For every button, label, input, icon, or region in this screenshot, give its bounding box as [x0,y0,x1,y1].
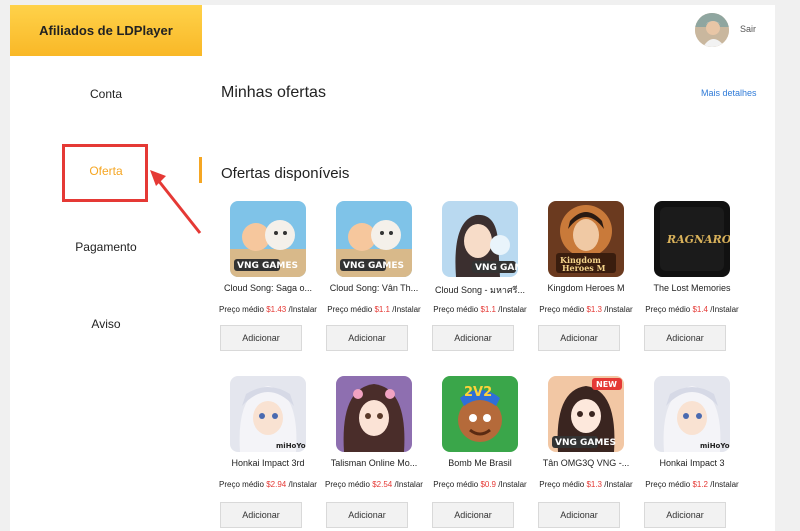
cloud-song-girl-icon[interactable]: VNG GAMES [442,201,518,277]
offer-name: Honkai Impact 3 [659,458,725,468]
honkai-icon[interactable]: miHoYo [230,376,306,452]
omg3q-icon[interactable]: NEW VNG GAMES [548,376,624,452]
cloud-song-icon[interactable]: VNG GAMES [336,201,412,277]
offer-price: Preço médio $1.3 /Instalar [539,480,633,489]
add-offer-button[interactable]: Adicionar [326,502,408,528]
svg-text:VNG GAMES: VNG GAMES [343,261,404,271]
avatar-image [695,13,729,47]
ragnarok-icon[interactable]: RAGNAROK [654,201,730,277]
annotation-highlight-box [62,144,148,202]
svg-text:NEW: NEW [596,380,617,389]
sidebar: Afiliados de LDPlayer Conta Oferta Pagam… [10,5,202,531]
offer-name: Honkai Impact 3rd [231,458,305,468]
offer-name: Cloud Song - มหาศรี... [435,285,525,295]
cloud-song-icon[interactable]: VNG GAMES [230,201,306,277]
add-offer-button[interactable]: Adicionar [432,502,514,528]
offer-name: Kingdom Heroes M [547,283,625,293]
main-panel: Sair Minhas ofertas Mais detalhes Oferta… [202,5,775,531]
add-offer-button[interactable]: Adicionar [220,325,302,351]
offer-price: Preço médio $2.94 /Instalar [219,480,317,489]
offer-name: Cloud Song: Vân Th... [329,283,419,293]
honkai-icon[interactable]: miHoYo [654,376,730,452]
offer-price: Preço médio $1.4 /Instalar [645,305,739,314]
add-offer-button[interactable]: Adicionar [538,325,620,351]
offer-name: Bomb Me Brasil [448,458,512,468]
offer-price: Preço médio $1.43 /Instalar [219,305,317,314]
sidebar-item-pagamento[interactable]: Pagamento [10,240,202,254]
logout-link[interactable]: Sair [740,24,756,34]
more-details-link[interactable]: Mais detalhes [701,88,757,98]
svg-text:miHoYo: miHoYo [276,442,306,450]
offer-name: Talisman Online Mo... [330,458,418,468]
add-offer-button[interactable]: Adicionar [644,502,726,528]
svg-text:Heroes M: Heroes M [562,263,606,273]
kingdom-heroes-icon[interactable]: Kingdom Heroes M [548,201,624,277]
my-offers-title: Minhas ofertas [221,84,326,101]
bomb-me-icon[interactable]: 2V2 [442,376,518,452]
offer-price: Preço médio $1.2 /Instalar [645,480,739,489]
offer-price: Preço médio $0.9 /Instalar [433,480,527,489]
offer-price: Preço médio $1.1 /Instalar [327,305,421,314]
add-offer-button[interactable]: Adicionar [432,325,514,351]
svg-text:VNG GAMES: VNG GAMES [475,263,518,273]
talisman-icon[interactable] [336,376,412,452]
add-offer-button[interactable]: Adicionar [326,325,408,351]
offer-price: Preço médio $2.54 /Instalar [325,480,423,489]
offer-price: Preço médio $1.1 /Instalar [433,305,527,314]
add-offer-button[interactable]: Adicionar [644,325,726,351]
top-bar: Sair [202,5,775,55]
brand-title: Afiliados de LDPlayer [10,5,202,56]
sidebar-item-aviso: Aviso [91,317,121,331]
available-offers-title: Ofertas disponíveis [221,165,350,182]
add-offer-button[interactable]: Adicionar [538,502,620,528]
add-offer-button[interactable]: Adicionar [220,502,302,528]
svg-text:VNG GAMES: VNG GAMES [237,261,298,271]
svg-text:2V2: 2V2 [464,385,492,400]
avatar[interactable] [695,13,729,47]
sidebar-item-conta[interactable]: Conta [10,87,202,101]
offer-name: The Lost Memories [653,283,731,293]
offer-price: Preço médio $1.3 /Instalar [539,305,633,314]
svg-text:miHoYo: miHoYo [700,442,730,450]
offer-name: Tân OMG3Q VNG -... [542,458,630,468]
offer-name: Cloud Song: Saga o... [223,283,313,293]
svg-text:RAGNAROK: RAGNAROK [666,233,730,246]
svg-text:VNG GAMES: VNG GAMES [555,438,616,448]
